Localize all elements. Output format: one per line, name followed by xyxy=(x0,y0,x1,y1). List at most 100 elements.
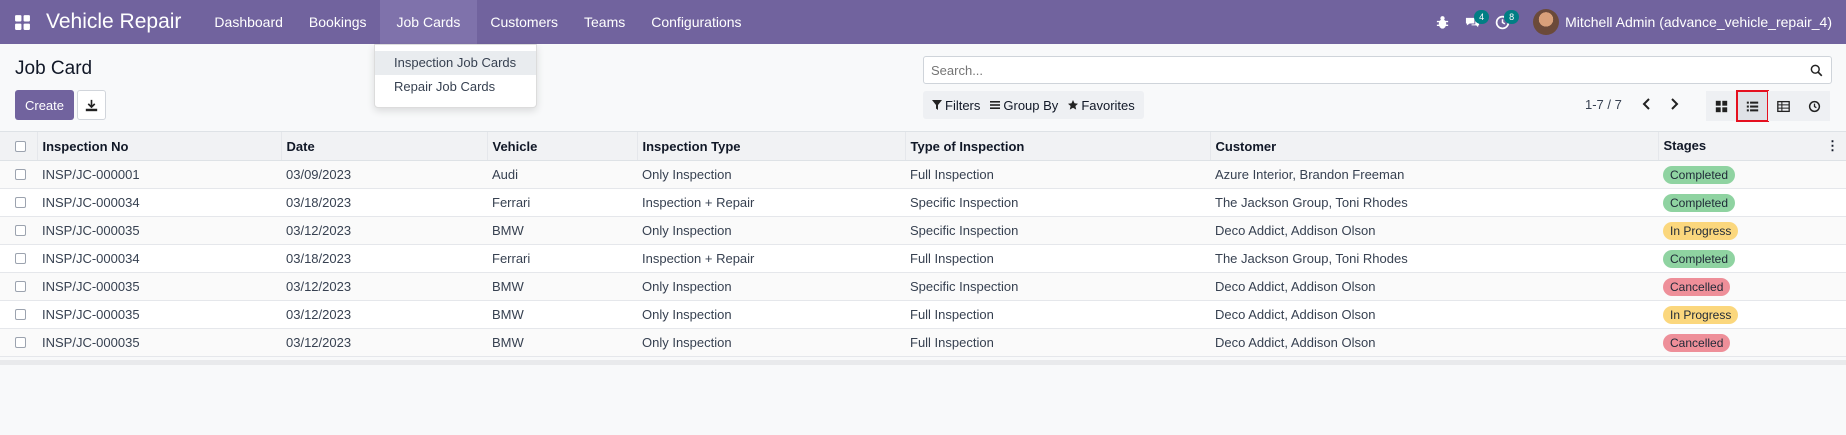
cell-vehicle[interactable]: BMW xyxy=(487,216,637,245)
header-customer[interactable]: Customer xyxy=(1209,131,1658,161)
cell-inspection-type[interactable]: Inspection + Repair xyxy=(637,244,905,273)
header-inspection-no[interactable]: Inspection No xyxy=(36,131,281,161)
cell-inspection-type[interactable]: Only Inspection xyxy=(637,160,905,189)
cell-inspection-no[interactable]: INSP/JC-000034 xyxy=(37,188,281,217)
cell-customer[interactable]: Deco Addict, Addison Olson xyxy=(1210,300,1658,329)
cell-stage[interactable]: Cancelled xyxy=(1658,272,1846,301)
cell-customer[interactable]: Azure Interior, Brandon Freeman xyxy=(1210,160,1658,189)
menu-bookings[interactable]: Bookings xyxy=(296,0,380,44)
menu-dashboard[interactable]: Dashboard xyxy=(201,0,296,44)
pager-value[interactable]: 1-7 / 7 xyxy=(1585,97,1622,112)
cell-inspection-type[interactable]: Only Inspection xyxy=(637,300,905,329)
row-checkbox[interactable] xyxy=(15,309,26,320)
pivot-view-button[interactable] xyxy=(1768,91,1799,121)
table-row[interactable]: INSP/JC-000034 03/18/2023 Ferrari Inspectio… xyxy=(0,188,1846,217)
group-by-button[interactable]: Group By xyxy=(985,91,1063,119)
cell-inspection-type[interactable]: Inspection + Repair xyxy=(637,188,905,217)
menu-teams[interactable]: Teams xyxy=(571,0,638,44)
header-date[interactable]: Date xyxy=(280,131,487,161)
cell-date[interactable]: 03/12/2023 xyxy=(281,300,487,329)
cell-stage[interactable]: Cancelled xyxy=(1658,328,1846,357)
cell-stage[interactable]: Completed xyxy=(1658,188,1846,217)
row-checkbox[interactable] xyxy=(15,281,26,292)
table-row[interactable]: INSP/JC-000035 03/12/2023 BMW Only Inspecti… xyxy=(0,328,1846,357)
cell-stage[interactable]: Completed xyxy=(1658,160,1846,189)
cell-inspection-no[interactable]: INSP/JC-000035 xyxy=(37,216,281,245)
messages-icon[interactable]: 4 xyxy=(1457,0,1490,44)
cell-inspection-type[interactable]: Only Inspection xyxy=(637,216,905,245)
cell-customer[interactable]: Deco Addict, Addison Olson xyxy=(1210,328,1658,357)
header-vehicle[interactable]: Vehicle xyxy=(486,131,637,161)
cell-vehicle[interactable]: Ferrari xyxy=(487,188,637,217)
cell-inspection-no[interactable]: INSP/JC-000035 xyxy=(37,328,281,357)
cell-type-of-inspection[interactable]: Specific Inspection xyxy=(905,188,1210,217)
header-stages[interactable]: Stages ⋮ xyxy=(1657,131,1846,161)
cell-customer[interactable]: The Jackson Group, Toni Rhodes xyxy=(1210,244,1658,273)
cell-stage[interactable]: Completed xyxy=(1658,244,1846,273)
list-view-button[interactable] xyxy=(1736,90,1769,122)
menu-configurations[interactable]: Configurations xyxy=(638,0,754,44)
search-input[interactable] xyxy=(924,62,1801,78)
cell-stage[interactable]: In Progress xyxy=(1658,216,1846,245)
kanban-view-button[interactable] xyxy=(1706,91,1737,121)
cell-customer[interactable]: Deco Addict, Addison Olson xyxy=(1210,272,1658,301)
pager-previous-button[interactable] xyxy=(1635,92,1659,116)
menu-job-cards[interactable]: Job Cards xyxy=(379,0,478,44)
row-checkbox[interactable] xyxy=(15,197,26,208)
cell-vehicle[interactable]: BMW xyxy=(487,328,637,357)
cell-date[interactable]: 03/18/2023 xyxy=(281,244,487,273)
optional-columns-icon[interactable]: ⋮ xyxy=(1826,138,1839,154)
dropdown-item-inspection-job-cards[interactable]: Inspection Job Cards xyxy=(375,51,536,75)
row-checkbox[interactable] xyxy=(15,169,26,180)
cell-customer[interactable]: The Jackson Group, Toni Rhodes xyxy=(1210,188,1658,217)
user-menu[interactable]: Mitchell Admin (advance_vehicle_repair_4… xyxy=(1533,9,1832,35)
cell-inspection-type[interactable]: Only Inspection xyxy=(637,328,905,357)
activity-view-button[interactable] xyxy=(1799,91,1830,121)
header-type-of-inspection[interactable]: Type of Inspection xyxy=(904,131,1210,161)
menu-customers[interactable]: Customers xyxy=(477,0,571,44)
filters-button[interactable]: Filters xyxy=(927,91,985,119)
cell-vehicle[interactable]: BMW xyxy=(487,272,637,301)
pager-next-button[interactable] xyxy=(1662,92,1686,116)
cell-inspection-no[interactable]: INSP/JC-000001 xyxy=(37,160,281,189)
activities-clock-icon[interactable]: 8 xyxy=(1487,0,1520,44)
table-row[interactable]: INSP/JC-000001 03/09/2023 Audi Only Inspect… xyxy=(0,160,1846,189)
cell-type-of-inspection[interactable]: Specific Inspection xyxy=(905,272,1210,301)
app-name[interactable]: Vehicle Repair xyxy=(46,10,181,34)
row-checkbox[interactable] xyxy=(15,225,26,236)
cell-date[interactable]: 03/09/2023 xyxy=(281,160,487,189)
dropdown-item-repair-job-cards[interactable]: Repair Job Cards xyxy=(375,75,536,99)
cell-vehicle[interactable]: BMW xyxy=(487,300,637,329)
cell-inspection-no[interactable]: INSP/JC-000034 xyxy=(37,244,281,273)
table-row[interactable]: INSP/JC-000035 03/12/2023 BMW Only Inspecti… xyxy=(0,216,1846,245)
select-all-checkbox[interactable] xyxy=(15,140,26,152)
export-download-button[interactable] xyxy=(77,90,106,120)
row-checkbox[interactable] xyxy=(15,253,26,264)
table-row[interactable]: INSP/JC-000034 03/18/2023 Ferrari Inspectio… xyxy=(0,244,1846,273)
cell-date[interactable]: 03/12/2023 xyxy=(281,216,487,245)
cell-type-of-inspection[interactable]: Specific Inspection xyxy=(905,216,1210,245)
cell-type-of-inspection[interactable]: Full Inspection xyxy=(905,300,1210,329)
cell-type-of-inspection[interactable]: Full Inspection xyxy=(905,244,1210,273)
row-checkbox[interactable] xyxy=(15,337,26,348)
cell-inspection-no[interactable]: INSP/JC-000035 xyxy=(37,300,281,329)
cell-inspection-no[interactable]: INSP/JC-000035 xyxy=(37,272,281,301)
create-button[interactable]: Create xyxy=(15,90,74,120)
cell-type-of-inspection[interactable]: Full Inspection xyxy=(905,160,1210,189)
cell-vehicle[interactable]: Audi xyxy=(487,160,637,189)
cell-date[interactable]: 03/12/2023 xyxy=(281,328,487,357)
cell-date[interactable]: 03/12/2023 xyxy=(281,272,487,301)
search-icon[interactable] xyxy=(1801,57,1831,83)
table-row[interactable]: INSP/JC-000035 03/12/2023 BMW Only Inspecti… xyxy=(0,300,1846,329)
cell-vehicle[interactable]: Ferrari xyxy=(487,244,637,273)
cell-inspection-type[interactable]: Only Inspection xyxy=(637,272,905,301)
cell-stage[interactable]: In Progress xyxy=(1658,300,1846,329)
favorites-button[interactable]: Favorites xyxy=(1063,91,1139,119)
apps-menu-icon[interactable] xyxy=(0,0,44,44)
cell-date[interactable]: 03/18/2023 xyxy=(281,188,487,217)
cell-customer[interactable]: Deco Addict, Addison Olson xyxy=(1210,216,1658,245)
header-inspection-type[interactable]: Inspection Type xyxy=(636,131,905,161)
cell-type-of-inspection[interactable]: Full Inspection xyxy=(905,328,1210,357)
bug-icon[interactable] xyxy=(1427,0,1457,44)
table-row[interactable]: INSP/JC-000035 03/12/2023 BMW Only Inspecti… xyxy=(0,272,1846,301)
